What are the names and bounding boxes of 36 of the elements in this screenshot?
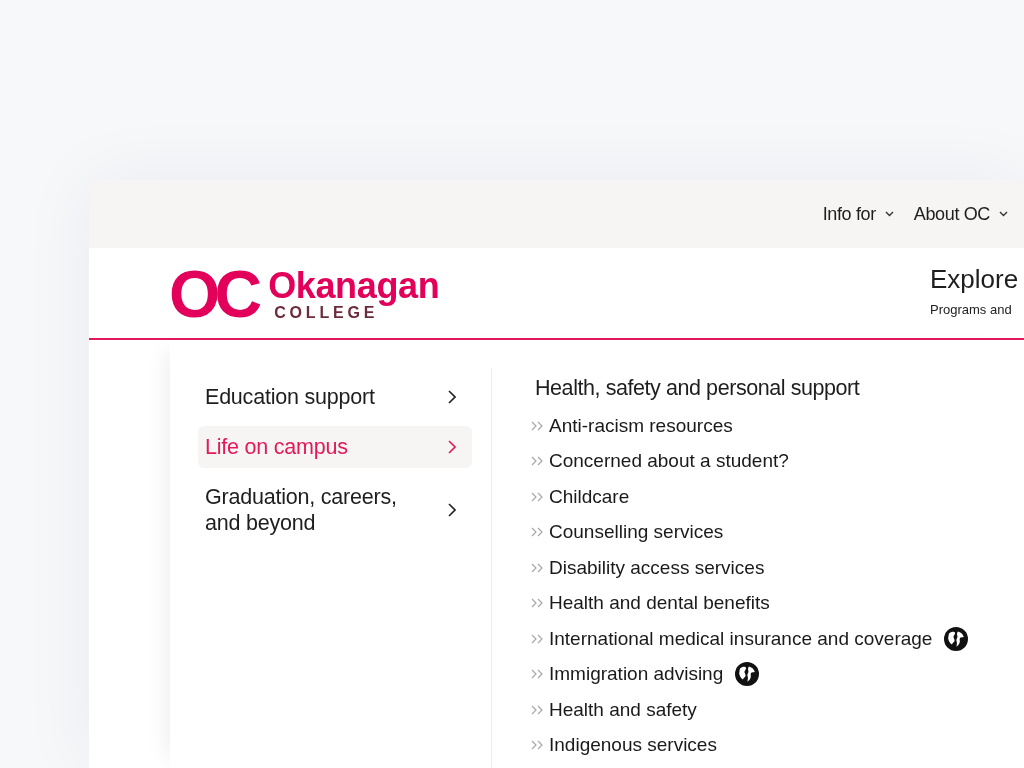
logo-subtitle: COLLEGE [274,303,379,321]
section-link[interactable]: Childcare [549,484,630,509]
logo-wordmark: Okanagan [268,267,440,304]
section-link[interactable]: Health and dental benefits [549,591,770,616]
menu-item[interactable]: Life on campus [198,426,472,468]
double-chevron-icon [531,704,544,715]
section-link[interactable]: Anti-racism resources [549,413,733,438]
double-chevron-icon [531,669,544,680]
section-heading: Health, safety and personal support [534,376,860,400]
double-chevron-icon [531,491,544,502]
explore-caption: Programs and [930,302,1013,318]
top-nav-item[interactable]: About OC [913,203,1008,225]
top-nav-item[interactable]: Info for [822,203,894,225]
double-chevron-icon [531,456,544,467]
logo-mark[interactable]: OC [169,261,257,327]
section-link[interactable]: Counselling services [549,520,724,545]
section-link[interactable]: Concerned about a student? [549,449,789,474]
chevron-right-icon [448,390,456,404]
explore-link[interactable]: Explore [930,264,1024,294]
double-chevron-icon [531,562,544,573]
section-link[interactable]: Immigration advising [549,662,724,687]
section-link[interactable]: Health and safety [549,697,697,722]
section-link[interactable]: Disability access services [549,555,765,580]
chevron-right-icon [448,503,456,517]
double-chevron-icon [531,598,544,609]
chevron-down-icon [884,211,894,217]
menu-item[interactable]: Education support [198,376,472,418]
chevron-down-icon [999,211,1008,217]
double-chevron-icon [531,527,544,538]
double-chevron-icon [531,740,544,751]
section-link[interactable]: International medical insurance and coverage [549,626,933,651]
chevron-right-icon [448,440,456,454]
section-link[interactable]: Indigenous services [549,733,717,758]
double-chevron-icon [531,633,544,644]
menu-item[interactable]: Graduation, careers, and beyond [198,476,472,544]
double-chevron-icon [531,420,544,431]
